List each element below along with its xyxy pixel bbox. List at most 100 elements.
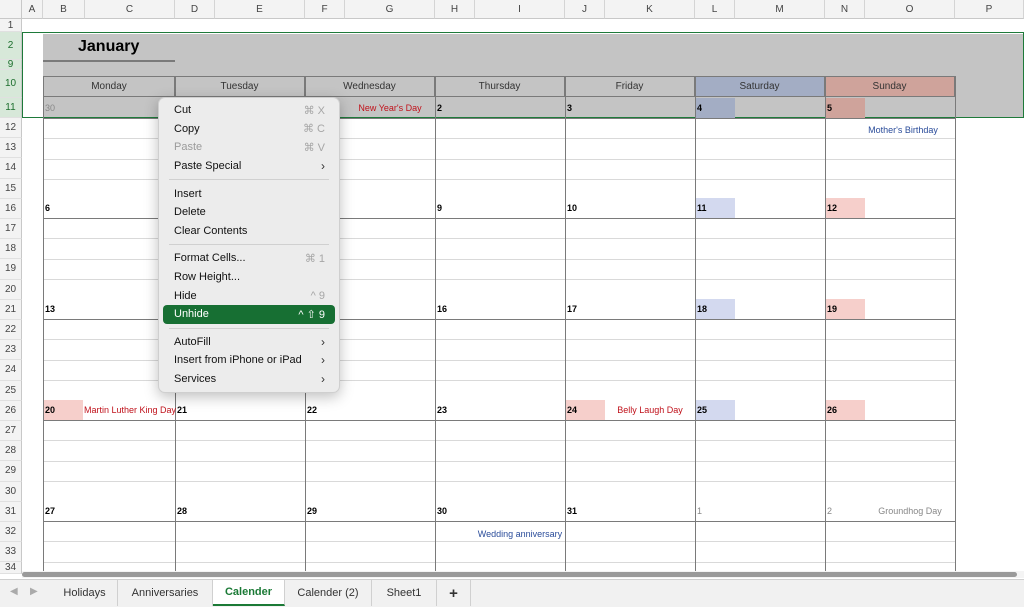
menu-item-insert-from-iphone-or-ipad[interactable]: Insert from iPhone or iPad › [163, 351, 335, 370]
row-header-26[interactable]: 26 [0, 400, 22, 421]
menu-item-unhide[interactable]: Unhide ^ ⇧ 9 [163, 304, 335, 324]
grid-line [43, 460, 955, 462]
context-menu[interactable]: Cut ⌘ X Copy ⌘ C Paste ⌘ V Paste Special › Inser… [158, 97, 340, 393]
date-number: 2 [827, 506, 833, 516]
menu-item-row-height[interactable]: Row Height... [163, 268, 335, 287]
row-header-1[interactable]: 1 [0, 19, 22, 32]
weekday-header-tuesday: Tuesday [175, 76, 305, 97]
row-header-10[interactable]: 10 [0, 70, 22, 98]
date-number: 28 [177, 506, 188, 516]
column-header-e[interactable]: E [215, 0, 305, 19]
row-header-15[interactable]: 15 [0, 178, 22, 199]
menu-item-label: Format Cells... [174, 252, 246, 265]
sheet-tab-sheet1[interactable]: Sheet1 [372, 580, 437, 606]
grid-line [43, 440, 955, 442]
row-header-27[interactable]: 27 [0, 421, 22, 442]
menu-item-format-cells[interactable]: Format Cells... ⌘ 1 [163, 249, 335, 268]
menu-item-paste: Paste ⌘ V [163, 138, 335, 157]
row-header-24[interactable]: 24 [0, 360, 22, 381]
menu-item-hide[interactable]: Hide ^ 9 [163, 286, 335, 305]
menu-item-insert[interactable]: Insert [163, 184, 335, 203]
row-header-9[interactable]: 9 [0, 59, 22, 70]
row-header-28[interactable]: 28 [0, 441, 22, 462]
row-header-14[interactable]: 14 [0, 158, 22, 179]
column-header-b[interactable]: B [43, 0, 85, 19]
date-number: 4 [697, 103, 703, 113]
column-header-k[interactable]: K [605, 0, 695, 19]
menu-item-delete[interactable]: Delete [163, 203, 335, 222]
column-header-p[interactable]: P [955, 0, 1024, 19]
column-header-a[interactable]: A [22, 0, 43, 19]
date-number: 30 [45, 103, 56, 113]
menu-item-shortcut: ⌘ X [303, 104, 325, 117]
row-header-22[interactable]: 22 [0, 320, 22, 341]
row-header-20[interactable]: 20 [0, 279, 22, 300]
row-header-11[interactable]: 11 [0, 98, 22, 118]
column-header-f[interactable]: F [305, 0, 345, 19]
row-header-34[interactable]: 34 [0, 562, 22, 575]
date-number: 29 [307, 506, 318, 516]
date-number: 19 [827, 304, 838, 314]
tab-prev-icon[interactable]: ◀ [10, 586, 18, 597]
row-header-32[interactable]: 32 [0, 522, 22, 543]
event-wedding: Wedding anniversary [477, 529, 563, 539]
menu-item-copy[interactable]: Copy ⌘ C [163, 120, 335, 139]
column-header-j[interactable]: J [565, 0, 605, 19]
menu-item-autofill[interactable]: AutoFill › [163, 333, 335, 352]
date-number: 20 [45, 405, 56, 415]
row-header-16[interactable]: 16 [0, 198, 22, 219]
weekday-header-thursday: Thursday [435, 76, 565, 97]
row-header-25[interactable]: 25 [0, 380, 22, 401]
column-header-g[interactable]: G [345, 0, 435, 19]
column-header-l[interactable]: L [695, 0, 735, 19]
row-header-19[interactable]: 19 [0, 259, 22, 280]
column-header-c[interactable]: C [85, 0, 175, 19]
date-number: 2 [437, 103, 443, 113]
sheet-tab-calender[interactable]: Calender [213, 580, 285, 606]
row-header-33[interactable]: 33 [0, 542, 22, 563]
menu-item-clear-contents[interactable]: Clear Contents [163, 222, 335, 241]
tab-next-icon[interactable]: ▶ [30, 586, 38, 597]
add-sheet-button[interactable]: + [437, 580, 471, 606]
spreadsheet[interactable]: ABCDEFGHIJKLMNOP 1 2 9 10 11 12 13 14 15 16 17 18 19… [0, 0, 1024, 607]
menu-item-label: Insert from iPhone or iPad [174, 354, 302, 367]
column-header-n[interactable]: N [825, 0, 865, 19]
sheet-tab-calender-2-[interactable]: Calender (2) [285, 580, 372, 606]
column-header-i[interactable]: I [475, 0, 565, 19]
menu-item-shortcut: ⌘ 1 [304, 252, 325, 265]
row-header-23[interactable]: 23 [0, 340, 22, 361]
menu-item-label: Services [174, 373, 217, 386]
column-header-m[interactable]: M [735, 0, 825, 19]
row-header-31[interactable]: 31 [0, 501, 22, 522]
menu-item-shortcut: ^ ⇧ 9 [298, 308, 325, 321]
day-column-border [825, 76, 826, 572]
row-header-30[interactable]: 30 [0, 481, 22, 502]
column-header-h[interactable]: H [435, 0, 475, 19]
horizontal-scrollbar-thumb[interactable] [22, 572, 1017, 577]
sheet-tab-holidays[interactable]: Holidays [52, 580, 118, 606]
date-number: 12 [827, 203, 838, 213]
row-header-12[interactable]: 12 [0, 118, 22, 139]
row-header-2[interactable]: 2 [0, 32, 22, 60]
menu-separator [169, 179, 329, 181]
event-belly-laugh: Belly Laugh Day [617, 405, 683, 415]
menu-item-services[interactable]: Services › [163, 370, 335, 389]
menu-item-cut[interactable]: Cut ⌘ X [163, 101, 335, 120]
day-column-border [565, 76, 566, 572]
menu-item-label: Paste Special [174, 160, 242, 173]
month-title: January [78, 38, 140, 55]
sheet-tab-anniversaries[interactable]: Anniversaries [118, 580, 213, 606]
date-number: 22 [307, 405, 318, 415]
menu-item-paste-special[interactable]: Paste Special › [163, 157, 335, 176]
row-header-21[interactable]: 21 [0, 299, 22, 320]
date-number: 6 [45, 203, 51, 213]
menu-item-shortcut: ⌘ C [303, 123, 325, 136]
row-header-17[interactable]: 17 [0, 219, 22, 240]
row-header-13[interactable]: 13 [0, 138, 22, 159]
column-header-d[interactable]: D [175, 0, 215, 19]
row-header-18[interactable]: 18 [0, 239, 22, 260]
row-header-29[interactable]: 29 [0, 461, 22, 482]
column-header-o[interactable]: O [865, 0, 955, 19]
day-column-border [43, 76, 44, 572]
select-all-corner[interactable] [0, 0, 22, 19]
